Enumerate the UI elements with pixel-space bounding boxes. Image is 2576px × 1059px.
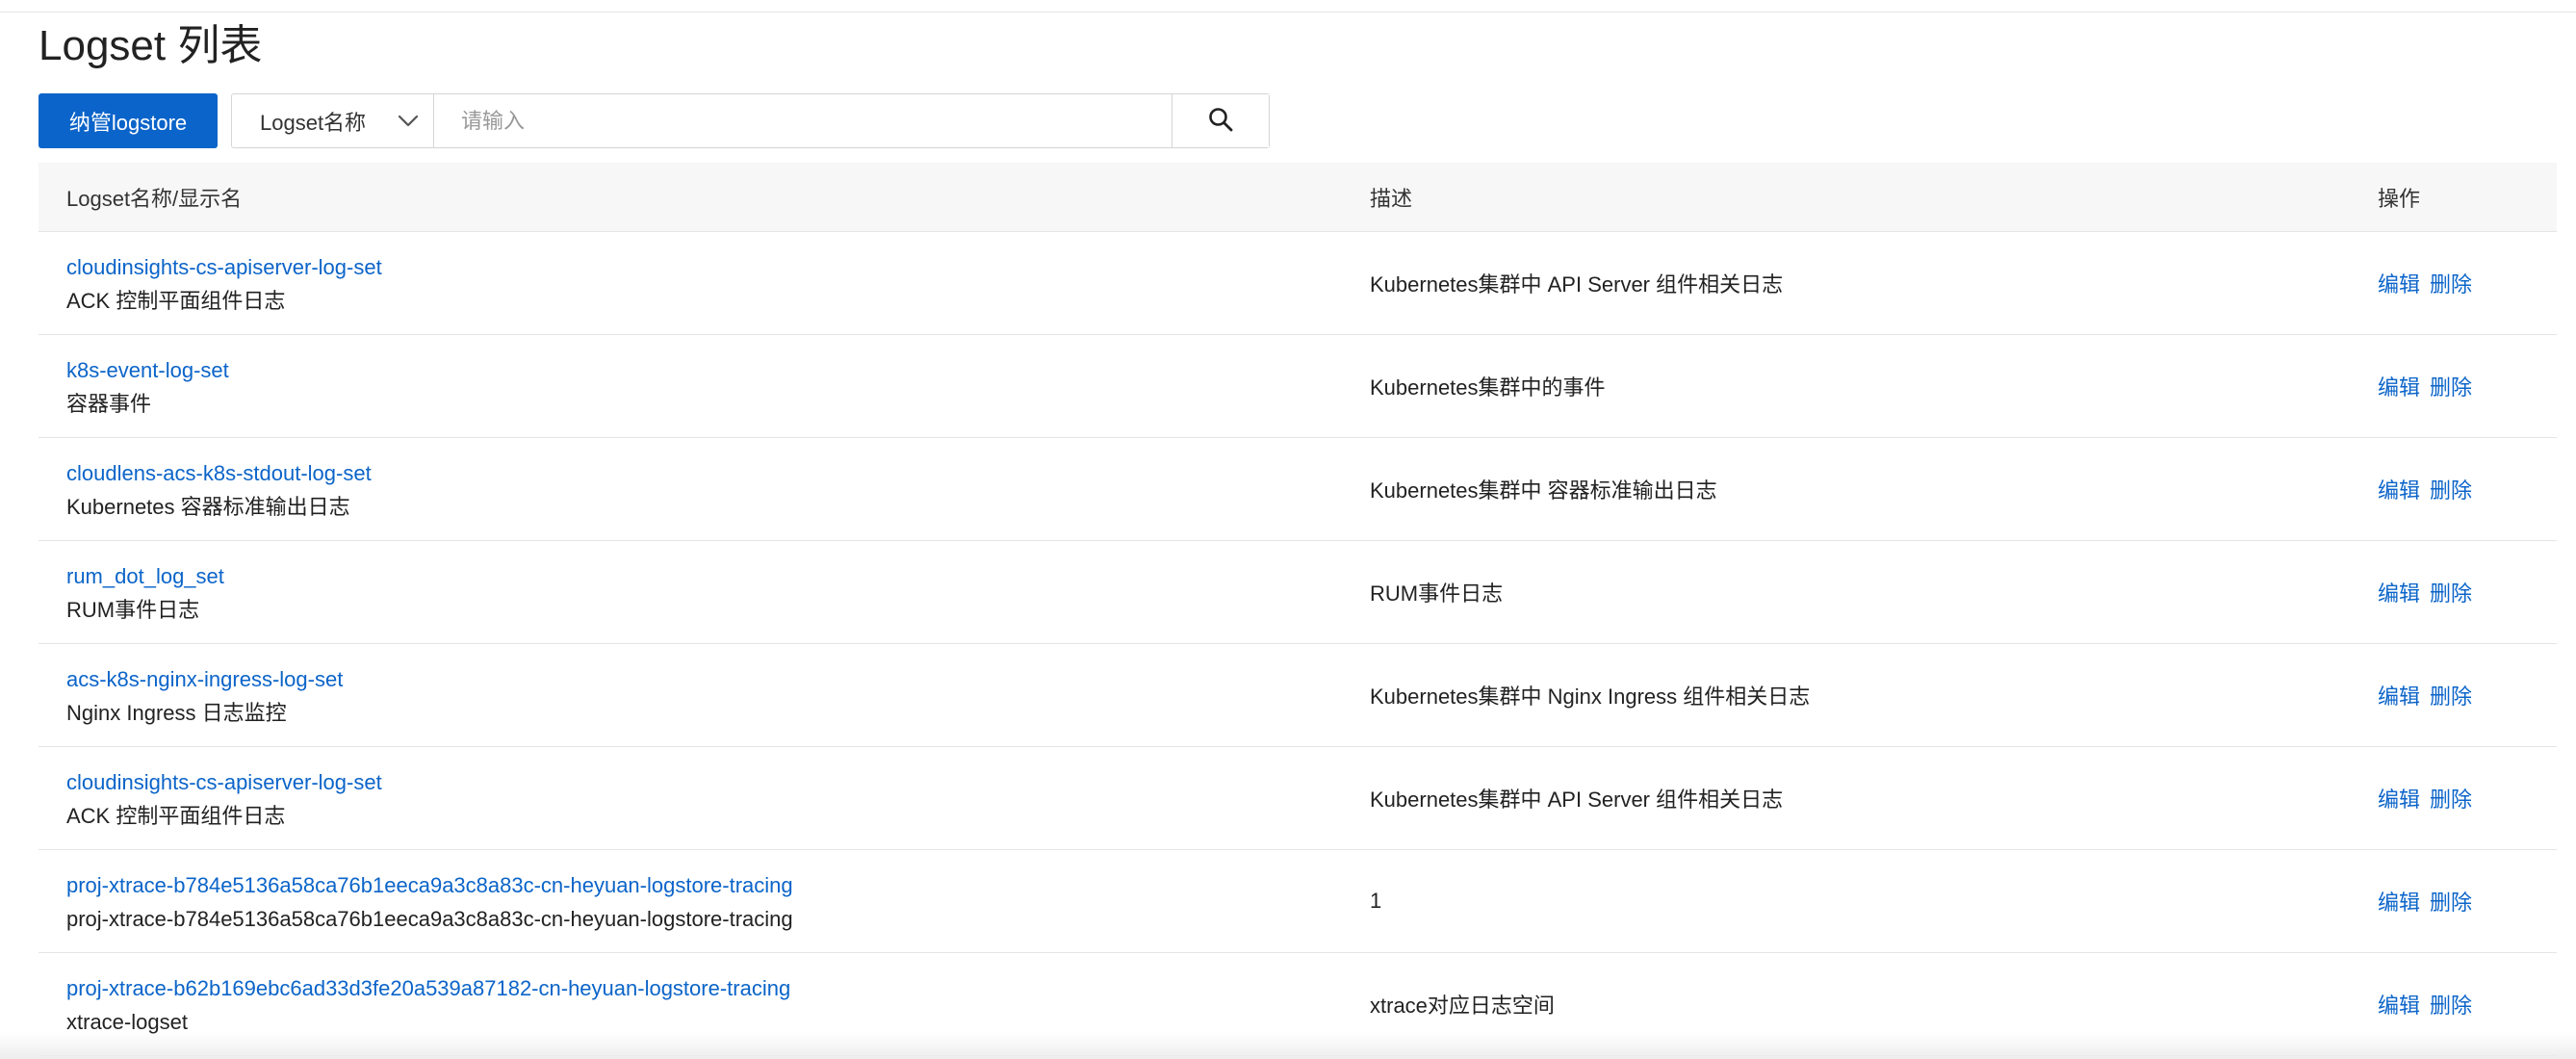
operations-cell: 编辑 删除 xyxy=(2378,783,2472,814)
table-row: k8s-event-log-set 容器事件 Kubernetes集群中的事件 … xyxy=(39,335,2557,438)
manage-logstore-button[interactable]: 纳管logstore xyxy=(39,93,218,148)
edit-link[interactable]: 编辑 xyxy=(2378,268,2420,298)
search-field-selected-value: Logset名称 xyxy=(260,110,367,135)
logset-name-link[interactable]: cloudinsights-cs-apiserver-log-set xyxy=(66,769,382,795)
name-cell: cloudlens-acs-k8s-stdout-log-set Kuberne… xyxy=(66,438,372,541)
logset-description: 1 xyxy=(1370,889,1382,913)
logset-name-link[interactable]: acs-k8s-nginx-ingress-log-set xyxy=(66,666,343,692)
search-icon xyxy=(1207,106,1234,136)
logset-display-name: Kubernetes 容器标准输出日志 xyxy=(66,494,350,519)
operations-cell: 编辑 删除 xyxy=(2378,474,2472,504)
logset-display-name: ACK 控制平面组件日志 xyxy=(66,288,286,313)
logset-table: Logset名称/显示名 描述 操作 cloudinsights-cs-apis… xyxy=(39,163,2557,1056)
table-row: cloudlens-acs-k8s-stdout-log-set Kuberne… xyxy=(39,438,2557,541)
name-cell: proj-xtrace-b62b169ebc6ad33d3fe20a539a87… xyxy=(66,953,790,1056)
page-title: Logset 列表 xyxy=(39,22,263,69)
search-field-select[interactable]: Logset名称 xyxy=(232,94,434,147)
operations-cell: 编辑 删除 xyxy=(2378,371,2472,401)
header-operations: 操作 xyxy=(2378,186,2421,211)
logset-display-name: 容器事件 xyxy=(66,391,152,416)
operations-cell: 编辑 删除 xyxy=(2378,989,2472,1020)
delete-link[interactable]: 删除 xyxy=(2430,268,2472,298)
logset-description: Kubernetes集群中 Nginx Ingress 组件相关日志 xyxy=(1370,684,1811,709)
logset-display-name: proj-xtrace-b784e5136a58ca76b1eeca9a3c8a… xyxy=(66,906,793,931)
logset-display-name: RUM事件日志 xyxy=(66,597,200,622)
edit-link[interactable]: 编辑 xyxy=(2378,783,2420,814)
logset-description: Kubernetes集群中 API Server 组件相关日志 xyxy=(1370,788,1784,812)
table-header: Logset名称/显示名 描述 操作 xyxy=(39,163,2557,232)
logset-description: Kubernetes集群中的事件 xyxy=(1370,375,1606,400)
table-row: rum_dot_log_set RUM事件日志 RUM事件日志 编辑 删除 xyxy=(39,541,2557,644)
search-group: Logset名称 xyxy=(231,93,1270,148)
operations-cell: 编辑 删除 xyxy=(2378,577,2472,607)
logset-display-name: Nginx Ingress 日志监控 xyxy=(66,700,287,725)
logset-name-link[interactable]: cloudlens-acs-k8s-stdout-log-set xyxy=(66,460,372,486)
logset-display-name: xtrace-logset xyxy=(66,1009,188,1034)
toolbar: 纳管logstore Logset名称 xyxy=(39,93,1270,148)
edit-link[interactable]: 编辑 xyxy=(2378,577,2420,607)
operations-cell: 编辑 删除 xyxy=(2378,886,2472,917)
operations-cell: 编辑 删除 xyxy=(2378,268,2472,298)
logset-name-link[interactable]: rum_dot_log_set xyxy=(66,563,224,589)
name-cell: acs-k8s-nginx-ingress-log-set Nginx Ingr… xyxy=(66,644,343,747)
table-row: proj-xtrace-b62b169ebc6ad33d3fe20a539a87… xyxy=(39,953,2557,1056)
edit-link[interactable]: 编辑 xyxy=(2378,680,2420,710)
name-cell: cloudinsights-cs-apiserver-log-set ACK 控… xyxy=(66,232,382,335)
table-row: cloudinsights-cs-apiserver-log-set ACK 控… xyxy=(39,747,2557,850)
edit-link[interactable]: 编辑 xyxy=(2378,886,2420,917)
edit-link[interactable]: 编辑 xyxy=(2378,371,2420,401)
logset-description: RUM事件日志 xyxy=(1370,581,1504,606)
table-row: acs-k8s-nginx-ingress-log-set Nginx Ingr… xyxy=(39,644,2557,747)
logset-name-link[interactable]: k8s-event-log-set xyxy=(66,357,229,383)
name-cell: proj-xtrace-b784e5136a58ca76b1eeca9a3c8a… xyxy=(66,850,793,953)
logset-name-link[interactable]: proj-xtrace-b62b169ebc6ad33d3fe20a539a87… xyxy=(66,975,790,1001)
top-divider xyxy=(0,0,2576,13)
logset-description: Kubernetes集群中 API Server 组件相关日志 xyxy=(1370,272,1784,297)
header-name: Logset名称/显示名 xyxy=(66,186,243,211)
header-description: 描述 xyxy=(1370,186,1413,211)
edit-link[interactable]: 编辑 xyxy=(2378,474,2420,504)
name-cell: cloudinsights-cs-apiserver-log-set ACK 控… xyxy=(66,747,382,850)
logset-display-name: ACK 控制平面组件日志 xyxy=(66,803,286,828)
logset-name-link[interactable]: proj-xtrace-b784e5136a58ca76b1eeca9a3c8a… xyxy=(66,872,793,898)
delete-link[interactable]: 删除 xyxy=(2430,371,2472,401)
logset-list-page: Logset 列表 纳管logstore Logset名称 请输入 Logset… xyxy=(0,0,2576,1059)
search-button[interactable] xyxy=(1172,94,1269,147)
chevron-down-icon xyxy=(397,110,420,133)
delete-link[interactable]: 删除 xyxy=(2430,783,2472,814)
search-input[interactable] xyxy=(434,94,1172,147)
operations-cell: 编辑 删除 xyxy=(2378,680,2472,710)
delete-link[interactable]: 删除 xyxy=(2430,886,2472,917)
logset-description: Kubernetes集群中 容器标准输出日志 xyxy=(1370,478,1717,503)
delete-link[interactable]: 删除 xyxy=(2430,577,2472,607)
name-cell: rum_dot_log_set RUM事件日志 xyxy=(66,541,224,644)
table-row: cloudinsights-cs-apiserver-log-set ACK 控… xyxy=(39,232,2557,335)
delete-link[interactable]: 删除 xyxy=(2430,680,2472,710)
edit-link[interactable]: 编辑 xyxy=(2378,989,2420,1020)
name-cell: k8s-event-log-set 容器事件 xyxy=(66,335,229,438)
delete-link[interactable]: 删除 xyxy=(2430,474,2472,504)
logset-name-link[interactable]: cloudinsights-cs-apiserver-log-set xyxy=(66,254,382,280)
logset-description: xtrace对应日志空间 xyxy=(1370,994,1555,1018)
table-row: proj-xtrace-b784e5136a58ca76b1eeca9a3c8a… xyxy=(39,850,2557,953)
delete-link[interactable]: 删除 xyxy=(2430,989,2472,1020)
